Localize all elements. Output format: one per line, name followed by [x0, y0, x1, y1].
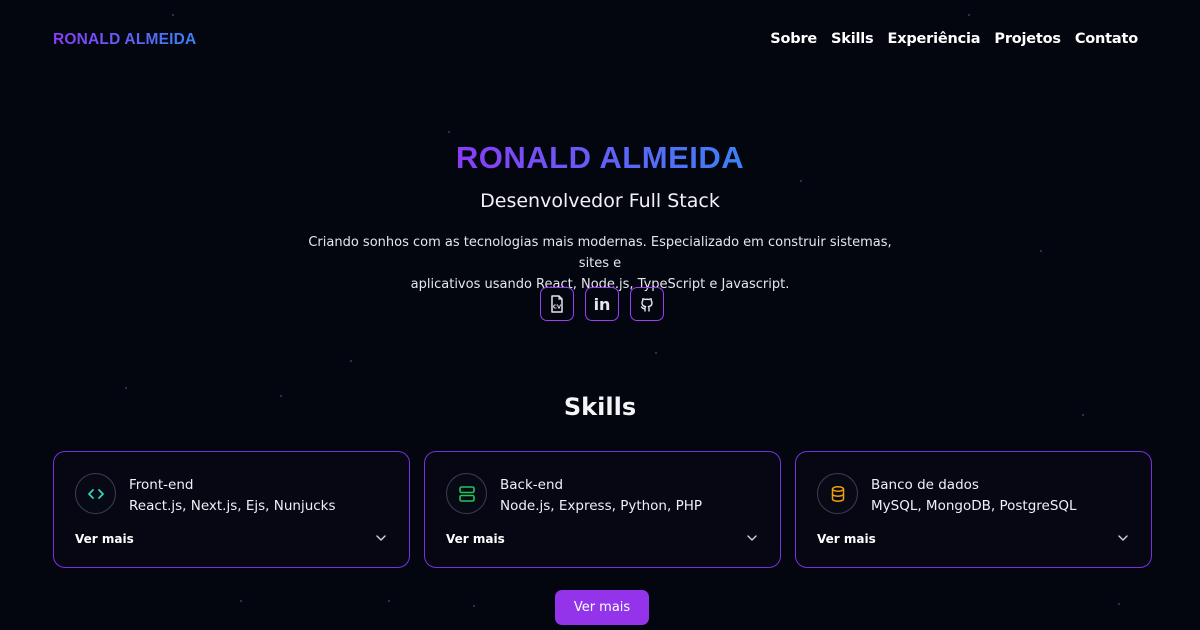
code-icon — [87, 488, 104, 499]
linkedin-glyph: in — [594, 295, 611, 313]
star-decoration — [448, 131, 450, 133]
chevron-down-icon[interactable] — [375, 532, 387, 544]
star-decoration — [350, 360, 352, 362]
skill-card-technologies: MySQL, MongoDB, PostgreSQL — [871, 498, 1077, 514]
skill-card-more-link[interactable]: Ver mais — [446, 532, 505, 546]
skill-icon-badge — [817, 473, 858, 514]
chevron-down-icon[interactable] — [746, 532, 758, 544]
star-decoration — [1118, 603, 1120, 605]
star-decoration — [655, 352, 657, 354]
github-button[interactable] — [630, 287, 664, 321]
social-links: CV in — [540, 287, 664, 321]
server-icon — [458, 485, 475, 502]
skill-card-database: Banco de dados MySQL, MongoDB, PostgreSQ… — [795, 451, 1152, 568]
nav-link-sobre[interactable]: Sobre — [770, 31, 817, 47]
skill-icon-badge — [446, 473, 487, 514]
star-decoration — [473, 605, 475, 607]
skills-cards: Front-end React.js, Next.js, Ejs, Nunjuc… — [53, 451, 1152, 568]
database-icon — [831, 485, 844, 502]
skill-card-title: Back-end — [500, 477, 564, 493]
hero-description-line: Criando sonhos com as tecnologias mais m… — [308, 235, 892, 271]
cv-glyph: CV — [553, 305, 562, 311]
skills-heading: Skills — [563, 393, 637, 421]
skill-icon-badge — [75, 473, 116, 514]
skill-card-more-link[interactable]: Ver mais — [817, 532, 876, 546]
nav-link-skills[interactable]: Skills — [831, 31, 874, 47]
hero-title: RONALD ALMEIDA — [0, 140, 1200, 176]
skill-card-title: Banco de dados — [871, 477, 979, 493]
linkedin-button[interactable]: in — [585, 287, 619, 321]
github-icon — [640, 298, 653, 312]
nav-link-projetos[interactable]: Projetos — [994, 31, 1061, 47]
star-decoration — [800, 180, 802, 182]
hero-title-text: RONALD ALMEIDA — [455, 140, 745, 175]
nav-link-experiencia[interactable]: Experiência — [887, 31, 980, 47]
star-decoration — [1040, 250, 1042, 252]
site-header: RONALD ALMEIDA Sobre Skills Experiência … — [0, 0, 1200, 80]
star-decoration — [125, 387, 127, 389]
skill-card-technologies: Node.js, Express, Python, PHP — [500, 498, 702, 514]
skill-card-frontend: Front-end React.js, Next.js, Ejs, Nunjuc… — [53, 451, 410, 568]
portfolio-page: RONALD ALMEIDA Sobre Skills Experiência … — [0, 0, 1200, 630]
hero-description: Criando sonhos com as tecnologias mais m… — [300, 232, 900, 295]
skill-card-title: Front-end — [129, 477, 194, 493]
see-more-skills-button[interactable]: Ver mais — [555, 590, 649, 625]
skill-card-backend: Back-end Node.js, Express, Python, PHP V… — [424, 451, 781, 568]
cv-document-icon: CV — [551, 295, 563, 313]
nav-link-contato[interactable]: Contato — [1075, 31, 1138, 47]
skill-card-technologies: React.js, Next.js, Ejs, Nunjucks — [129, 498, 336, 514]
site-logo[interactable]: RONALD ALMEIDA — [53, 31, 196, 49]
linkedin-icon: in — [594, 295, 611, 313]
cv-button[interactable]: CV — [540, 287, 574, 321]
star-decoration — [240, 600, 242, 602]
star-decoration — [388, 600, 390, 602]
skill-card-more-link[interactable]: Ver mais — [75, 532, 134, 546]
chevron-down-icon[interactable] — [1117, 532, 1129, 544]
main-nav: Sobre Skills Experiência Projetos Contat… — [770, 31, 1138, 47]
hero-subtitle: Desenvolvedor Full Stack — [480, 190, 720, 212]
